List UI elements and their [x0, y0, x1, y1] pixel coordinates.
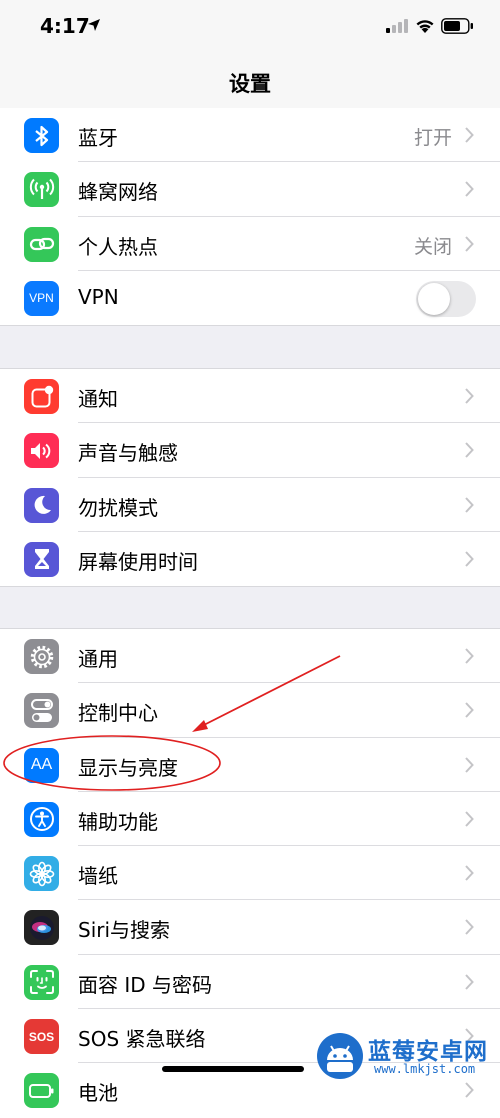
page-title: 设置 — [229, 72, 271, 96]
status-bar: 4:17 — [0, 0, 500, 54]
vpn-icon: VPN — [24, 280, 59, 316]
chevron-right-icon — [465, 865, 474, 881]
chevron-right-icon — [465, 811, 474, 827]
row-label: 通知 — [78, 387, 118, 411]
chevron-right-icon — [465, 702, 474, 718]
bluetooth-icon — [24, 118, 59, 153]
chevron-right-icon — [465, 496, 474, 513]
row-label: 蓝牙 — [78, 126, 118, 150]
row-label: 个人热点 — [78, 234, 158, 259]
chevron-right-icon — [465, 648, 474, 664]
wifi-icon — [416, 20, 434, 33]
vpn-toggle[interactable] — [416, 280, 476, 317]
location-arrow-icon — [88, 19, 100, 31]
row-value: 打开 — [413, 127, 452, 149]
toggle-knob — [418, 282, 450, 315]
row-label: 面容 ID 与密码 — [78, 972, 213, 997]
settings-group-connectivity: 蓝牙 打开 蜂窝网络 个人热点 关闭 VPN VPN — [0, 108, 500, 327]
settings-row-hotspot[interactable]: 个人热点 关闭 — [0, 217, 500, 272]
settings-row-wallpaper[interactable]: 墙纸 — [0, 846, 500, 901]
chevron-right-icon — [465, 235, 474, 252]
sos-icon-text: SOS — [28, 1029, 55, 1044]
battery-icon — [24, 1073, 59, 1109]
settings-row-display-brightness[interactable]: AA 显示与亮度 — [0, 738, 500, 793]
row-label: SOS 紧急联络 — [78, 1027, 206, 1052]
battery-status-icon — [441, 18, 473, 34]
text-size-icon: AA — [24, 747, 59, 783]
settings-row-do-not-disturb[interactable]: 勿扰模式 — [0, 478, 500, 533]
watermark: 蓝莓安卓网 www.lmkjst.com — [314, 1028, 500, 1082]
watermark-title: 蓝莓安卓网 — [368, 1039, 488, 1065]
hotspot-icon — [24, 226, 59, 262]
chevron-right-icon — [465, 181, 474, 197]
settings-row-notifications[interactable]: 通知 — [0, 369, 500, 424]
flower-icon — [24, 856, 59, 892]
settings-row-general[interactable]: 通用 — [0, 629, 500, 684]
vpn-icon-text: VPN — [29, 291, 54, 306]
settings-row-control-center[interactable]: 控制中心 — [0, 683, 500, 738]
row-label: 勿扰模式 — [78, 495, 158, 520]
siri-icon — [24, 910, 59, 946]
settings-row-siri-search[interactable]: Siri与搜索 — [0, 900, 500, 956]
settings-row-cellular[interactable]: 蜂窝网络 — [0, 162, 500, 217]
row-label: VPN — [78, 284, 119, 309]
android-logo-icon — [317, 1033, 363, 1079]
settings-row-screen-time[interactable]: 屏幕使用时间 — [0, 532, 500, 586]
chevron-right-icon — [465, 442, 474, 458]
status-time: 4:17 — [40, 14, 90, 38]
row-label: 墙纸 — [78, 864, 118, 889]
row-label: 显示与亮度 — [78, 755, 178, 780]
chevron-right-icon — [465, 974, 474, 990]
row-label: 辅助功能 — [78, 809, 158, 834]
settings-row-accessibility[interactable]: 辅助功能 — [0, 792, 500, 847]
hourglass-icon — [24, 541, 59, 577]
chevron-right-icon — [465, 1082, 474, 1099]
chevron-right-icon — [465, 388, 474, 404]
text-size-icon-text: AA — [30, 756, 53, 774]
row-label: Siri与搜索 — [78, 918, 171, 943]
navigation-bar: 设置 — [0, 54, 500, 109]
settings-row-vpn[interactable]: VPN VPN — [0, 271, 500, 325]
accessibility-icon — [24, 801, 59, 837]
settings-row-sounds[interactable]: 声音与触感 — [0, 423, 500, 478]
speaker-icon — [24, 433, 59, 469]
row-value: 关闭 — [413, 235, 452, 258]
home-indicator — [162, 1066, 304, 1072]
chevron-right-icon — [465, 756, 474, 773]
row-label: 蜂窝网络 — [78, 180, 158, 205]
row-label: 控制中心 — [78, 701, 158, 726]
watermark-url: www.lmkjst.com — [374, 1062, 476, 1076]
settings-row-bluetooth[interactable]: 蓝牙 打开 — [0, 108, 500, 163]
gear-icon — [24, 639, 59, 674]
settings-group-notifications: 通知 声音与触感 勿扰模式 屏幕使用时间 — [0, 368, 500, 588]
settings-row-faceid-passcode[interactable]: 面容 ID 与密码 — [0, 955, 500, 1010]
chevron-right-icon — [465, 551, 474, 567]
faceid-icon — [24, 964, 59, 1000]
chevron-right-icon — [465, 127, 474, 143]
moon-icon — [24, 487, 59, 523]
row-label: 声音与触感 — [78, 441, 178, 466]
notification-icon — [24, 379, 59, 414]
sos-icon: SOS — [24, 1019, 59, 1055]
row-label: 通用 — [78, 647, 118, 671]
chevron-right-icon — [465, 919, 474, 936]
antenna-icon — [24, 172, 59, 208]
switches-icon — [24, 693, 59, 729]
row-label: 屏幕使用时间 — [78, 549, 198, 574]
cellular-signal-icon — [386, 19, 408, 33]
